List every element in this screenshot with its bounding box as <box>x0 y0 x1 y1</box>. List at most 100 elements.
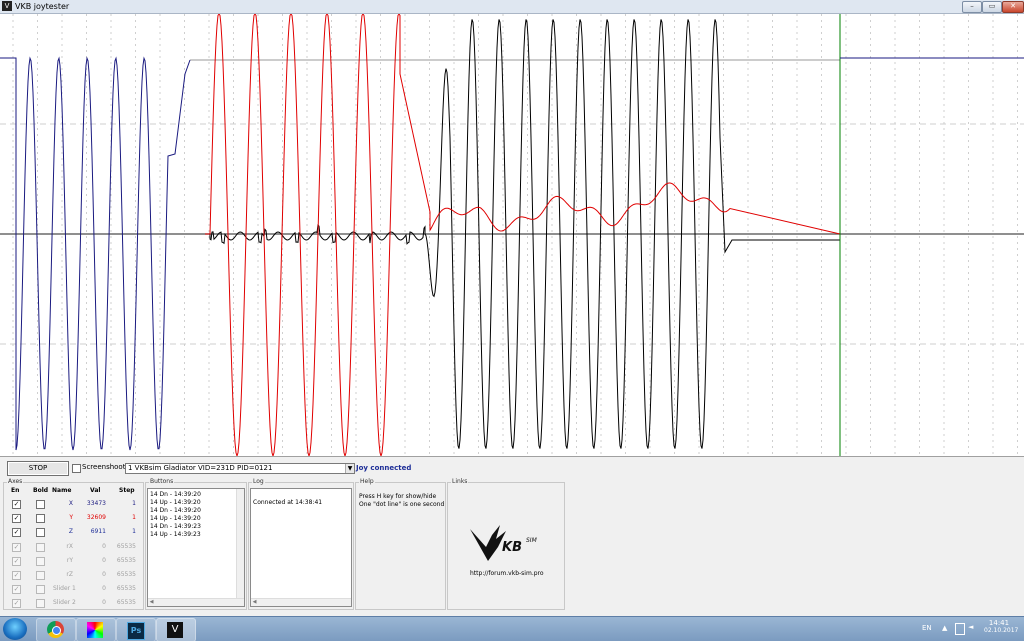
log-list-hscrollbar[interactable]: ◀ <box>251 598 351 606</box>
control-panel: STOP Screenshoot 1 VKBsim Gladiator VID=… <box>0 456 1024 617</box>
button-event-item: 14 Up - 14:39:23 <box>150 531 201 538</box>
axes-row: ✓ X 33473 1 <box>4 498 139 510</box>
forum-link[interactable]: http://forum.vkb-sim.pro <box>470 569 544 578</box>
window-title-bar: V VKB joytester – ▭ ✕ <box>0 0 1024 14</box>
button-event-item: 14 Dn - 14:39:23 <box>150 523 201 530</box>
axis-bold-checkbox[interactable] <box>36 528 45 538</box>
axis-value: 6911 <box>90 528 106 536</box>
volume-icon[interactable]: ◄ <box>968 623 973 631</box>
svg-text:SIM: SIM <box>526 537 538 544</box>
help-line: Press H key for show/hide <box>359 493 437 500</box>
window-title: VKB joytester <box>15 2 70 11</box>
screenshot-checkbox[interactable] <box>72 464 81 473</box>
axis-step: 1 <box>132 514 136 522</box>
axis-step: 65535 <box>116 556 136 564</box>
log-group-title: Log <box>252 477 265 486</box>
axis-bold-checkbox[interactable] <box>36 556 45 566</box>
axis-value: 32609 <box>86 514 106 522</box>
axes-row: ✓ Z 6911 1 <box>4 526 139 538</box>
axes-row: ✓ Slider 1 0 65535 <box>4 583 139 595</box>
windows-start-icon[interactable] <box>3 618 27 640</box>
taskbar: Ps V EN ▲ ◄ 14:41 02.10.2017 <box>0 616 1024 642</box>
clock[interactable]: 14:41 02.10.2017 <box>984 619 1019 634</box>
button-event-item: 14 Up - 14:39:20 <box>150 499 201 506</box>
axis-value: 0 <box>102 556 106 564</box>
links-group-title: Links <box>451 477 469 486</box>
axis-step: 1 <box>132 500 136 507</box>
axes-row: ✓ Y 32609 1 <box>4 512 139 524</box>
buttons-list[interactable]: 14 Dn - 14:39:20 14 Up - 14:39:20 14 Dn - … <box>147 488 245 607</box>
axes-row: ✓ rY 0 65535 <box>4 555 139 567</box>
axis-name: rZ <box>66 571 73 578</box>
trace-x <box>0 56 191 451</box>
maximize-button[interactable]: ▭ <box>982 1 1002 13</box>
close-icon: ✕ <box>1010 2 1016 10</box>
axes-group: Axes En Bold Name Val Step ✓ X 33473 1 ✓ Y 326… <box>3 477 144 610</box>
button-event-item: 14 Up - 14:39:20 <box>150 515 201 522</box>
axis-name: rY <box>66 556 73 564</box>
svg-text:KB: KB <box>502 540 522 555</box>
taskbar-color-picker[interactable] <box>76 618 116 642</box>
screenshot-label: Screenshoot <box>82 463 126 471</box>
vkb-joytester-icon: V <box>167 622 183 638</box>
vkbsim-logo-icon[interactable]: KB SIM <box>466 517 546 567</box>
axis-name: Z <box>68 528 73 536</box>
color-picker-icon <box>87 622 103 638</box>
axis-bold-checkbox[interactable] <box>36 542 45 552</box>
axis-bold-checkbox[interactable] <box>36 500 45 509</box>
axis-enable-checkbox[interactable]: ✓ <box>12 500 21 509</box>
axes-header-step: Step <box>119 487 135 494</box>
buttons-list-scrollbar[interactable] <box>236 489 244 599</box>
help-group: Help Press H key for show/hide One "dot … <box>355 477 446 610</box>
network-icon[interactable] <box>955 623 965 635</box>
axis-enable-checkbox[interactable]: ✓ <box>12 542 21 552</box>
axes-header-en: En <box>11 487 20 494</box>
language-indicator[interactable]: EN <box>922 624 932 632</box>
axes-row: ✓ Slider 2 0 65535 <box>4 597 139 609</box>
axis-bold-checkbox[interactable] <box>36 585 45 595</box>
axis-step: 65535 <box>116 599 136 607</box>
taskbar-vkb-joytester[interactable]: V <box>156 618 196 642</box>
axis-bold-checkbox[interactable] <box>36 599 45 609</box>
button-event-item: 14 Dn - 14:39:20 <box>150 491 201 498</box>
axis-value: 0 <box>102 599 106 607</box>
log-group: Log Connected at 14:38:41 ◀ <box>248 477 354 610</box>
axis-name: rX <box>66 542 73 550</box>
axis-name: Y <box>69 514 73 522</box>
axis-name: X <box>68 500 73 507</box>
connection-status: Joy connected <box>356 464 412 472</box>
taskbar-photoshop[interactable]: Ps <box>116 618 156 642</box>
axes-row: ✓ rX 0 65535 <box>4 541 139 553</box>
axis-step: 65535 <box>116 542 136 550</box>
tray-expand-icon[interactable]: ▲ <box>942 624 947 632</box>
axis-step: 65535 <box>116 571 136 578</box>
links-group: Links KB SIM http://forum.vkb-sim.pro <box>447 477 565 610</box>
axis-step: 1 <box>132 528 136 536</box>
axis-enable-checkbox[interactable]: ✓ <box>12 599 21 609</box>
help-line: One "dot line" is one second <box>359 501 445 508</box>
axis-value: 33473 <box>86 500 106 507</box>
buttons-group-title: Buttons <box>149 477 175 486</box>
axis-enable-checkbox[interactable]: ✓ <box>12 514 21 524</box>
close-button[interactable]: ✕ <box>1002 1 1024 13</box>
clock-date: 02.10.2017 <box>984 627 1019 634</box>
axis-bold-checkbox[interactable] <box>36 514 45 524</box>
button-event-item: 14 Dn - 14:39:20 <box>150 507 201 514</box>
axis-enable-checkbox[interactable]: ✓ <box>12 571 21 580</box>
axis-enable-checkbox[interactable]: ✓ <box>12 528 21 538</box>
stop-button[interactable]: STOP <box>7 461 69 476</box>
axis-value: 0 <box>102 585 106 593</box>
minimize-button[interactable]: – <box>962 1 982 13</box>
axes-header-name: Name <box>52 487 72 494</box>
log-list[interactable]: Connected at 14:38:41 ◀ <box>250 488 352 607</box>
signal-plot <box>0 13 1024 458</box>
axis-bold-checkbox[interactable] <box>36 571 45 580</box>
axis-enable-checkbox[interactable]: ✓ <box>12 556 21 566</box>
device-select[interactable]: 1 VKBsim Gladiator VID=231D PID=0121 ▼ <box>125 463 355 474</box>
chevron-down-icon[interactable]: ▼ <box>345 464 354 473</box>
axis-enable-checkbox[interactable]: ✓ <box>12 585 21 595</box>
buttons-list-hscrollbar[interactable]: ◀ <box>148 598 244 606</box>
taskbar-chrome[interactable] <box>36 618 76 642</box>
axis-name: Slider 2 <box>53 599 76 607</box>
signal-plot-canvas <box>0 13 1024 458</box>
